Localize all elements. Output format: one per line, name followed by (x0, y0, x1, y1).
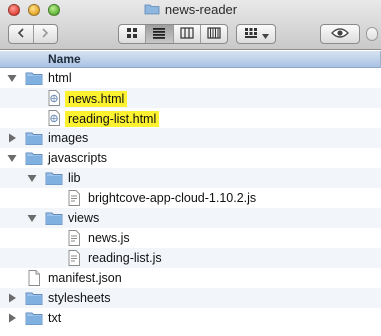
file-name: javascripts (48, 151, 108, 165)
folder-icon (25, 290, 43, 306)
javascript-file-icon (65, 190, 83, 206)
file-row[interactable]: news.html (0, 88, 381, 108)
file-row[interactable]: reading-list.html (0, 108, 381, 128)
chevron-down-icon (261, 27, 269, 42)
folder-icon (25, 130, 43, 146)
file-name: reading-list.html (65, 111, 160, 127)
disclosure-open-icon[interactable] (6, 152, 18, 164)
view-mode-control (118, 24, 228, 44)
back-button[interactable] (9, 25, 33, 43)
file-name: stylesheets (48, 291, 111, 305)
file-row[interactable]: manifest.json (0, 268, 381, 288)
column-view-button[interactable] (172, 25, 200, 43)
disclosure-closed-icon[interactable] (6, 132, 18, 144)
back-forward-control (8, 24, 58, 44)
file-row[interactable]: javascripts (0, 148, 381, 168)
grid-arrange-icon (244, 27, 258, 42)
folder-icon (25, 70, 43, 86)
disclosure-open-icon[interactable] (26, 172, 38, 184)
html-file-icon (45, 90, 63, 106)
file-row[interactable]: views (0, 208, 381, 228)
quick-look-button[interactable] (320, 24, 360, 44)
file-row[interactable]: lib (0, 168, 381, 188)
file-name: manifest.json (48, 271, 122, 285)
file-name: news.html (65, 91, 128, 107)
file-row[interactable]: brightcove-app-cloud-1.10.2.js (0, 188, 381, 208)
window-title: news-reader (0, 2, 381, 18)
column-view-icon (180, 26, 194, 42)
file-name: html (48, 71, 72, 85)
icon-view-icon (126, 27, 138, 42)
column-header: Name (0, 51, 381, 68)
file-list: html news.html reading-list.html images java… (0, 68, 381, 336)
toolbar-toggle-button[interactable] (366, 27, 378, 41)
file-name: views (68, 211, 100, 225)
folder-icon (25, 150, 43, 166)
file-name: lib (68, 171, 81, 185)
file-row[interactable]: stylesheets (0, 288, 381, 308)
window-title-text: news-reader (164, 2, 238, 17)
icon-view-button[interactable] (119, 25, 145, 43)
file-row[interactable]: txt (0, 308, 381, 328)
cover-flow-icon (207, 26, 221, 42)
chevron-right-icon (41, 28, 49, 40)
document-icon (25, 270, 43, 286)
folder-icon (45, 210, 63, 226)
folder-icon (25, 310, 43, 326)
folder-icon (45, 170, 63, 186)
eye-icon (331, 27, 349, 42)
javascript-file-icon (65, 230, 83, 246)
list-view-button[interactable] (145, 25, 173, 43)
folder-icon (144, 3, 160, 15)
file-row[interactable]: html (0, 68, 381, 88)
file-name: brightcove-app-cloud-1.10.2.js (88, 191, 257, 205)
disclosure-open-icon[interactable] (6, 72, 18, 84)
list-view-icon (152, 27, 166, 42)
file-name: news.js (88, 231, 130, 245)
disclosure-closed-icon[interactable] (6, 312, 18, 324)
file-name: images (48, 131, 89, 145)
chevron-left-icon (17, 28, 25, 40)
javascript-file-icon (65, 250, 83, 266)
title-bar: news-reader (0, 0, 381, 50)
disclosure-closed-icon[interactable] (6, 292, 18, 304)
file-name: reading-list.js (88, 251, 162, 265)
name-column-header[interactable]: Name (48, 52, 81, 66)
arrange-button[interactable] (236, 24, 276, 44)
file-row[interactable]: reading-list.js (0, 248, 381, 268)
html-file-icon (45, 110, 63, 126)
file-row[interactable]: images (0, 128, 381, 148)
disclosure-open-icon[interactable] (26, 212, 38, 224)
file-row[interactable]: news.js (0, 228, 381, 248)
file-name: txt (48, 311, 62, 325)
finder-window: news-reader Name html news.html reading-… (0, 0, 381, 336)
cover-flow-view-button[interactable] (199, 25, 227, 43)
forward-button[interactable] (32, 25, 58, 43)
